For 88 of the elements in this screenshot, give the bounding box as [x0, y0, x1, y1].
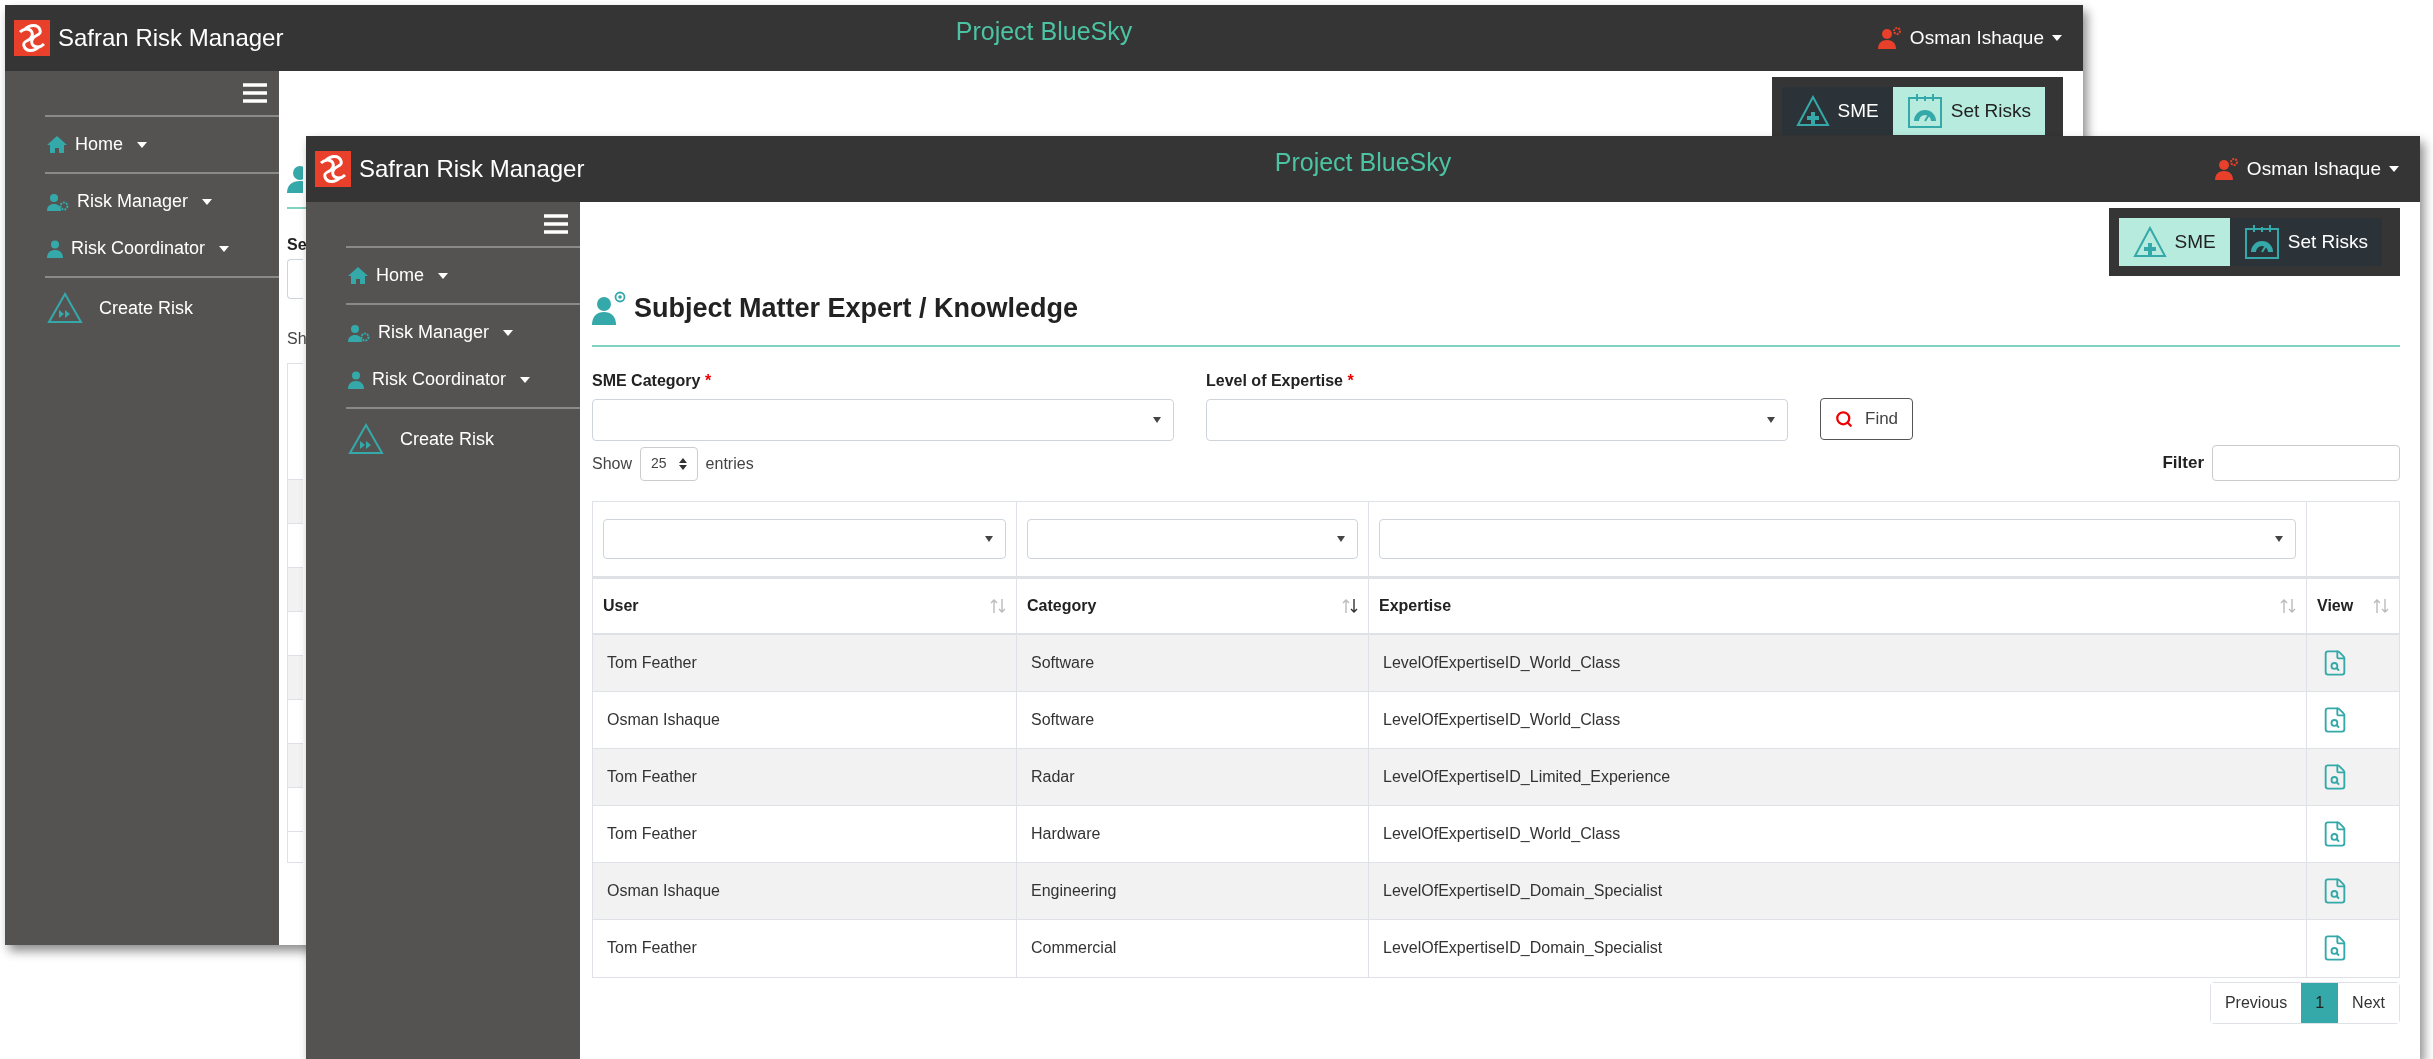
up-down-icon: [678, 457, 687, 470]
users-gear-icon: [348, 323, 370, 342]
triangle-forward-icon: [47, 292, 83, 324]
table-cell-text: Tom Feather: [607, 938, 697, 958]
table-cell-text: LevelOfExpertiseID_World_Class: [1383, 823, 1621, 844]
sidebar-link[interactable]: Risk Manager: [346, 319, 514, 346]
dropdown-arrow-icon: [1767, 416, 1775, 423]
person-icon: [47, 239, 63, 258]
table-cell-text: Osman Ishaque: [607, 880, 720, 901]
toolbar-tab[interactable]: Set Risks: [2229, 218, 2382, 266]
field-label: Se: [287, 235, 307, 255]
user-menu[interactable]: Osman Ishaque: [2214, 154, 2411, 184]
dropdown-arrow-icon: [985, 535, 993, 542]
sidebar-link[interactable]: Home: [346, 262, 448, 289]
user-gear-icon: [1877, 27, 1902, 49]
menu-icon[interactable]: [243, 83, 267, 103]
table-cell-text: Osman Ishaque: [607, 709, 720, 730]
page-title: Subject Matter Expert / Knowledge: [634, 292, 1079, 325]
entries-label: entries: [705, 453, 754, 474]
calendar-gauge-icon: [1906, 93, 1943, 129]
table-cell-text: Radar: [1031, 766, 1075, 787]
column-header[interactable]: Category: [1027, 593, 1097, 618]
caret-icon: [2389, 166, 2399, 172]
triangle-plus-icon: [2132, 226, 2167, 258]
filter-field[interactable]: [2212, 444, 2400, 481]
table-cell-text: Commercial: [1031, 938, 1117, 958]
filter-label: Filter: [2162, 451, 2204, 474]
show-label: Show: [592, 453, 633, 474]
page-button[interactable]: 1: [2301, 982, 2339, 1023]
table-cell-text: Tom Feather: [607, 823, 697, 844]
column-header[interactable]: View: [2317, 593, 2354, 618]
dropdown-field[interactable]: [1027, 518, 1358, 559]
search-icon: [1835, 409, 1853, 428]
person-icon: [348, 370, 364, 389]
user-gear-icon: [2214, 158, 2239, 180]
triangle-forward-icon: [348, 423, 384, 455]
dropdown-field[interactable]: [603, 518, 1006, 559]
dropdown-arrow-icon: [1153, 416, 1161, 423]
sidebar-link[interactable]: Home: [45, 131, 147, 158]
table-cell-text: Tom Feather: [607, 652, 697, 673]
triangle-plus-icon: [1795, 95, 1830, 127]
column-header[interactable]: User: [603, 593, 639, 618]
user-menu[interactable]: Osman Ishaque: [1877, 23, 2074, 53]
entries-select[interactable]: 25: [640, 446, 698, 481]
table-cell-text: LevelOfExpertiseID_World_Class: [1383, 709, 1621, 730]
dropdown-field[interactable]: [592, 398, 1174, 441]
dropdown-field[interactable]: [1206, 398, 1788, 441]
person-target-icon: [592, 291, 626, 326]
sidebar-link[interactable]: Risk Coordinator: [346, 366, 531, 393]
table-cell-text: LevelOfExpertiseID_Domain_Specialist: [1383, 880, 1663, 901]
table-cell-text: Engineering: [1031, 880, 1117, 901]
table-cell-text: LevelOfExpertiseID_World_Class: [1383, 652, 1621, 673]
sidebar-link[interactable]: Risk Coordinator: [45, 235, 230, 262]
project-title: Project BlueSky: [955, 16, 1133, 48]
calendar-gauge-icon: [2243, 224, 2280, 260]
find-button[interactable]: Find: [1820, 397, 1914, 440]
project-title: Project BlueSky: [1274, 147, 1452, 179]
users-gear-icon: [47, 192, 69, 211]
dropdown-field[interactable]: [1379, 518, 2296, 559]
logo-icon: [315, 151, 351, 187]
toolbar-tab[interactable]: SME: [2118, 218, 2230, 266]
column-header[interactable]: Expertise: [1379, 593, 1452, 618]
table-cell-text: Software: [1031, 709, 1095, 730]
show-label: Sh: [287, 329, 307, 349]
table-cell-text: LevelOfExpertiseID_Domain_Specialist: [1383, 938, 1663, 958]
home-icon: [47, 136, 67, 153]
table-cell-text: LevelOfExpertiseID_Limited_Experience: [1383, 766, 1671, 787]
caret-icon: [2052, 35, 2062, 41]
sort-icon[interactable]: [1342, 597, 1358, 614]
field-label: SME Category *: [592, 370, 713, 391]
table-cell-text: Tom Feather: [607, 766, 697, 787]
toolbar-tab[interactable]: Set Risks: [1892, 87, 2045, 135]
table-cell-text: Software: [1031, 652, 1095, 673]
logo-icon: [14, 20, 50, 56]
sidebar-link[interactable]: Create Risk: [45, 292, 194, 324]
dropdown-field[interactable]: [287, 259, 303, 299]
toolbar-tab[interactable]: SME: [1781, 87, 1893, 135]
home-icon: [348, 267, 368, 284]
sidebar-link[interactable]: Create Risk: [346, 423, 495, 455]
dropdown-arrow-icon: [1337, 535, 1345, 542]
app-title: Safran Risk Manager: [359, 154, 585, 184]
menu-icon[interactable]: [544, 214, 568, 234]
field-label: Level of Expertise *: [1206, 370, 1355, 391]
app-title: Safran Risk Manager: [58, 23, 284, 53]
table-cell-text: Hardware: [1031, 823, 1101, 844]
sidebar-link[interactable]: Risk Manager: [45, 188, 213, 215]
person-icon: [287, 165, 303, 193]
dropdown-arrow-icon: [2275, 535, 2283, 542]
